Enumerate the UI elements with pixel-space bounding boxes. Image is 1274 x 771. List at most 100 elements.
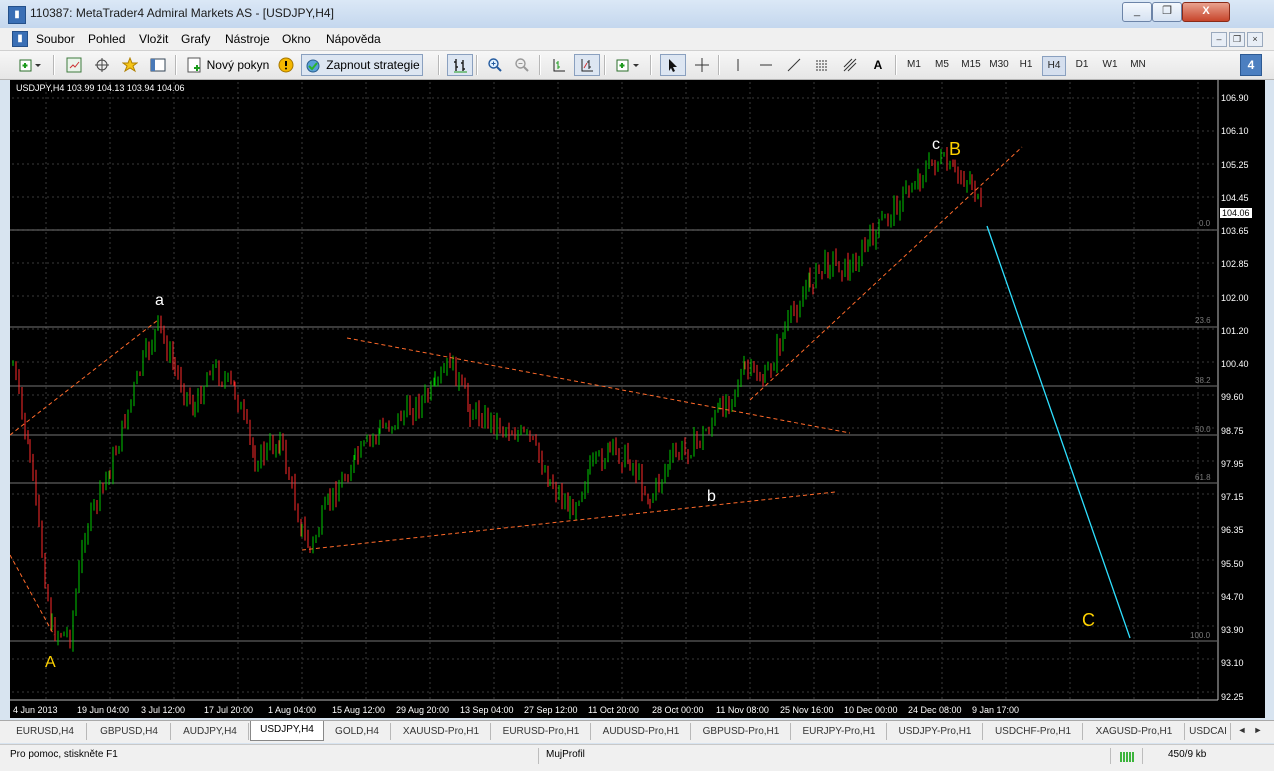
market-watch-button[interactable] [62,54,86,76]
tf-h1[interactable]: H1 [1015,56,1037,74]
fib-level-label: 38.2 [1195,376,1211,385]
tab-gbpusd-pro-h1[interactable]: GBPUSD-Pro,H1 [692,723,791,740]
trendline-button[interactable] [782,54,806,76]
fib-level-label: 0.0 [1199,219,1211,228]
wave-label-C: C [1082,610,1095,630]
chart-area[interactable]: USDJPY,H4 103.99 104.13 103.94 104.06 10… [10,80,1265,718]
minimize-button[interactable]: _ [1122,2,1152,22]
navigator-button[interactable] [118,54,142,76]
menu-nastroje[interactable]: Nástroje [225,32,270,46]
tf-d1[interactable]: D1 [1071,56,1093,74]
price-tick: 106.90 [1221,93,1249,103]
new-order-label: Nový pokyn [206,58,270,72]
tab-audjpy-h4[interactable]: AUDJPY,H4 [172,723,249,740]
crosshair-tool-button[interactable] [690,54,714,76]
channel-icon [816,60,828,71]
tf-m1[interactable]: M1 [903,56,925,74]
price-tick: 93.90 [1221,625,1244,635]
date-tick: 27 Sep 12:00 [524,705,578,715]
tab-eurusd-pro-h1[interactable]: EURUSD-Pro,H1 [492,723,591,740]
tabs-scroll-left-button[interactable]: ◄ [1236,725,1248,737]
data-window-button[interactable] [90,54,114,76]
mdi-restore-button[interactable]: ❐ [1229,32,1245,47]
tf-m30[interactable]: M30 [987,56,1011,74]
wave-label-a: a [155,292,164,309]
tabs-scroll-right-button[interactable]: ► [1252,725,1264,737]
wave-label-B: B [949,139,962,159]
mdi-close-button[interactable]: × [1247,32,1263,47]
tab-gold-h4[interactable]: GOLD,H4 [324,723,391,740]
expert-advisors-button[interactable]: Zapnout strategie [301,54,423,76]
new-order-button[interactable]: Nový pokyn [183,54,273,76]
bar-chart-icon [454,59,467,73]
tab-xauusd-pro-h1[interactable]: XAUUSD-Pro,H1 [392,723,491,740]
tab-audusd-pro-h1[interactable]: AUDUSD-Pro,H1 [592,723,691,740]
wave-label-A: A [45,654,56,671]
date-tick: 13 Sep 04:00 [460,705,514,715]
price-tick: 100.40 [1221,359,1249,369]
chart-window-icon[interactable]: ▮ [12,31,28,47]
bar-chart-button[interactable] [447,54,473,76]
menu-napoveda[interactable]: Nápověda [326,32,381,46]
tf-m5[interactable]: M5 [931,56,953,74]
vertical-line-button[interactable] [726,54,750,76]
text-tool-button[interactable]: A [866,54,890,76]
status-bar: Pro pomoc, stiskněte F1 MujProfil 450/9 … [0,744,1274,771]
notification-badge[interactable]: 4 [1240,54,1262,76]
trendline [10,319,159,436]
menu-soubor[interactable]: Soubor [36,32,75,46]
zoom-out-button[interactable] [510,54,534,76]
tf-h4[interactable]: H4 [1042,56,1066,76]
terminal-icon [150,58,166,72]
menu-vlozit[interactable]: Vložit [139,32,168,46]
price-tick: 96.35 [1221,525,1244,535]
restore-button[interactable]: ❐ [1152,2,1182,22]
warning-icon [278,57,294,73]
date-tick: 3 Jul 12:00 [141,705,186,715]
toolbar: Nový pokyn Zapnout strategie A M1 M5 M15… [0,51,1274,80]
price-tick: 98.75 [1221,426,1244,436]
signals-button[interactable] [274,54,298,76]
cursor-tool-button[interactable] [660,54,686,76]
menu-grafy[interactable]: Grafy [181,32,210,46]
channel-button[interactable] [810,54,834,76]
mdi-minimize-button[interactable]: – [1211,32,1227,47]
tab-usdchf-pro-h1[interactable]: USDCHF-Pro,H1 [984,723,1083,740]
tab-usdjpy-h4[interactable]: USDJPY,H4 [250,721,324,741]
tab-eurjpy-pro-h1[interactable]: EURJPY-Pro,H1 [792,723,887,740]
trendline [749,146,1023,401]
price-chart-canvas [10,80,1219,701]
zoom-in-button[interactable] [483,54,507,76]
date-tick: 1 Aug 04:00 [268,705,317,715]
tf-w1[interactable]: W1 [1099,56,1121,74]
date-tick: 25 Nov 16:00 [780,705,834,715]
title-bar: ▮ 110387: MetaTrader4 Admiral Markets AS… [0,0,1274,29]
tab-xagusd-pro-h1[interactable]: XAGUSD-Pro,H1 [1084,723,1185,740]
fibonacci-button[interactable] [838,54,862,76]
tab-eurusd-h4[interactable]: EURUSD,H4 [4,723,87,740]
projection-line [986,225,1131,639]
date-tick: 9 Jan 17:00 [972,705,1020,715]
horizontal-line-button[interactable] [754,54,778,76]
indicators-button[interactable] [612,54,644,76]
price-tick: 105.25 [1221,160,1249,170]
tab-usdjpy-pro-h1[interactable]: USDJPY-Pro,H1 [888,723,983,740]
tab-gbpusd-h4[interactable]: GBPUSD,H4 [88,723,171,740]
star-icon [122,57,138,73]
fibonacci-icon [843,58,857,72]
tf-m15[interactable]: M15 [959,56,983,74]
status-profile[interactable]: MujProfil [546,749,585,760]
crosshair-tool-icon [695,58,709,72]
close-button[interactable]: X [1182,2,1230,22]
connection-icon [1120,752,1134,762]
auto-scroll-button[interactable] [574,54,600,76]
menu-okno[interactable]: Okno [282,32,311,46]
menu-pohled[interactable]: Pohled [88,32,125,46]
tab-usdcad-partial[interactable]: USDCAI [1186,723,1231,740]
new-chart-button[interactable] [14,54,46,76]
candlesticks [12,146,982,652]
tf-mn[interactable]: MN [1127,56,1149,74]
chart-shift-button[interactable] [547,54,571,76]
terminal-button[interactable] [146,54,170,76]
fib-level-label: 50.0 [1195,425,1211,434]
